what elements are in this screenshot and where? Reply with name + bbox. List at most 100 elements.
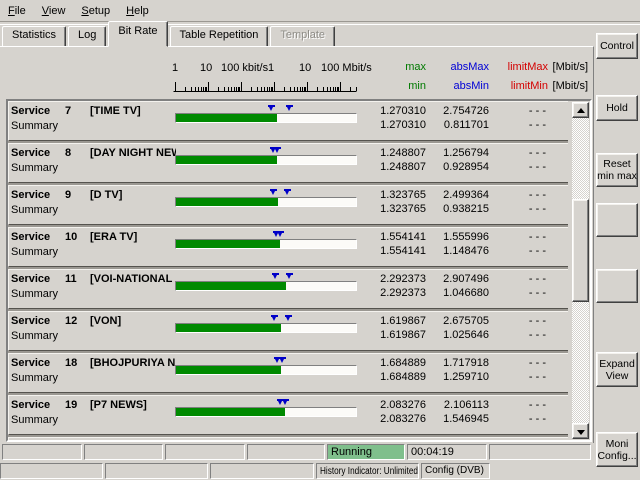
- col-header-unit-bottom: [Mbit/s]: [498, 80, 588, 92]
- status-cell-empty-1: [2, 444, 82, 460]
- blank-button-2[interactable]: [596, 269, 638, 303]
- status-history-indicator: History Indicator: Unlimited: [316, 463, 419, 479]
- menu-item-view[interactable]: View: [34, 3, 74, 19]
- service-row[interactable]: Service 11 [VOI-NATIONAL Summary 2.29237…: [8, 269, 568, 309]
- limitmin-value: - - -: [494, 287, 546, 299]
- service-name: [DAY NIGHT NEW: [90, 147, 176, 159]
- tab-log[interactable]: Log: [68, 26, 106, 47]
- service-summary-label: Summary: [11, 330, 58, 342]
- application-window: File View Setup Help Statistics Log Bit …: [0, 0, 640, 480]
- limitmin-value: - - -: [494, 119, 546, 131]
- service-row[interactable]: Service 20 [RAFTAAR TV] Summary 1.705986…: [8, 437, 568, 440]
- service-row[interactable]: Service 9 [D TV] Summary 1.323765 2.4993…: [8, 185, 568, 225]
- service-summary-label: Summary: [11, 372, 58, 384]
- bitrate-bar-track: [175, 113, 357, 123]
- bitrate-bar-track: [175, 239, 357, 249]
- service-row[interactable]: Service 8 [DAY NIGHT NEW Summary 1.24880…: [8, 143, 568, 183]
- tab-table-repetition[interactable]: Table Repetition: [170, 26, 269, 47]
- service-row[interactable]: Service 18 [BHOJPURIYA N Summary 1.68488…: [8, 353, 568, 393]
- up-arrow-icon: [577, 108, 585, 113]
- service-row[interactable]: Service 10 [ERA TV] Summary 1.554141 1.5…: [8, 227, 568, 267]
- min-value: 1.248807: [349, 161, 426, 173]
- limitmax-value: - - -: [494, 231, 546, 243]
- service-name: [TIME TV]: [90, 105, 176, 117]
- limitmin-value: - - -: [494, 371, 546, 383]
- service-summary-label: Summary: [11, 204, 58, 216]
- tab-bar: Statistics Log Bit Rate Table Repetition…: [2, 24, 337, 47]
- bitrate-bar-track: [175, 365, 357, 375]
- max-value: 2.083276: [349, 399, 426, 411]
- service-number: 12: [65, 315, 77, 327]
- menu-item-setup[interactable]: Setup: [73, 3, 118, 19]
- status-cell-empty-4: [247, 444, 325, 460]
- scrollbar-thumb[interactable]: [572, 199, 589, 302]
- bitrate-bar-fill: [176, 366, 281, 374]
- menu-bar: File View Setup Help: [0, 0, 640, 21]
- bitrate-table-panel: Service 7 [TIME TV] Summary 1.270310 2.7…: [6, 99, 592, 442]
- bitrate-bar-fill: [176, 156, 277, 164]
- status-cell-empty-2: [84, 444, 163, 460]
- service-row[interactable]: Service 7 [TIME TV] Summary 1.270310 2.7…: [8, 101, 568, 141]
- status-cell-empty-3: [165, 444, 245, 460]
- service-label: Service: [11, 315, 50, 327]
- bitrate-bar-track: [175, 155, 357, 165]
- control-button[interactable]: Control: [596, 33, 638, 59]
- absmax-value: 1.555996: [434, 231, 489, 243]
- status2-cell-empty-2: [105, 463, 208, 479]
- menu-item-help[interactable]: Help: [118, 3, 157, 19]
- limitmax-value: - - -: [494, 273, 546, 285]
- bitrate-bar-fill: [176, 114, 277, 122]
- scrollbar-down-button[interactable]: [572, 423, 589, 439]
- service-row[interactable]: Service 12 [VON] Summary 1.619867 2.6757…: [8, 311, 568, 351]
- reset-min-max-button[interactable]: Reset min max: [596, 153, 638, 187]
- service-name: [VON]: [90, 315, 176, 327]
- service-number: 18: [65, 357, 77, 369]
- absmin-value: 0.938215: [434, 203, 489, 215]
- service-number: 8: [65, 147, 71, 159]
- limitmax-value: - - -: [494, 315, 546, 327]
- absmin-value: 0.928954: [434, 161, 489, 173]
- vertical-scrollbar[interactable]: [572, 102, 589, 439]
- service-row[interactable]: Service 19 [P7 NEWS] Summary 2.083276 2.…: [8, 395, 568, 435]
- blank-button-1[interactable]: [596, 203, 638, 237]
- limitmin-value: - - -: [494, 413, 546, 425]
- service-label: Service: [11, 189, 50, 201]
- service-summary-label: Summary: [11, 288, 58, 300]
- bitrate-bar-track: [175, 407, 357, 417]
- expand-view-button[interactable]: Expand View: [596, 352, 638, 387]
- service-number: 7: [65, 105, 71, 117]
- tab-statistics[interactable]: Statistics: [2, 26, 66, 47]
- tab-bit-rate[interactable]: Bit Rate: [108, 21, 167, 47]
- scrollbar-up-button[interactable]: [572, 102, 589, 118]
- absmin-value: 0.811701: [434, 119, 489, 131]
- moni-config-button[interactable]: Moni Config...: [596, 432, 638, 467]
- service-label: Service: [11, 399, 50, 411]
- abs-min-marker-icon: [268, 105, 275, 112]
- scale-label-10kbit: 10: [200, 62, 212, 74]
- scale-label-1mbit: 1: [268, 62, 274, 74]
- limitmax-value: - - -: [494, 357, 546, 369]
- service-name: [ERA TV]: [90, 231, 176, 243]
- scale-label-1kbit: 1: [172, 62, 178, 74]
- hold-button[interactable]: Hold: [596, 95, 638, 121]
- service-name: [P7 NEWS]: [90, 399, 176, 411]
- abs-min-marker-icon: [271, 315, 278, 322]
- service-summary-label: Summary: [11, 246, 58, 258]
- absmax-value: 1.256794: [434, 147, 489, 159]
- bitrate-bar-fill: [176, 324, 281, 332]
- service-summary-label: Summary: [11, 162, 58, 174]
- absmax-value: 1.717918: [434, 357, 489, 369]
- menu-item-file[interactable]: File: [0, 3, 34, 19]
- max-value: 2.292373: [349, 273, 426, 285]
- min-value: 2.292373: [349, 287, 426, 299]
- service-label: Service: [11, 105, 50, 117]
- service-name: [BHOJPURIYA N: [90, 357, 176, 369]
- limitmax-value: - - -: [494, 147, 546, 159]
- abs-min-marker-icon: [270, 189, 277, 196]
- status-elapsed-time: 00:04:19: [407, 444, 487, 460]
- service-number: 19: [65, 399, 77, 411]
- limitmin-value: - - -: [494, 245, 546, 257]
- absmin-value: 1.546945: [434, 413, 489, 425]
- bitrate-bar-fill: [176, 408, 285, 416]
- service-summary-label: Summary: [11, 414, 58, 426]
